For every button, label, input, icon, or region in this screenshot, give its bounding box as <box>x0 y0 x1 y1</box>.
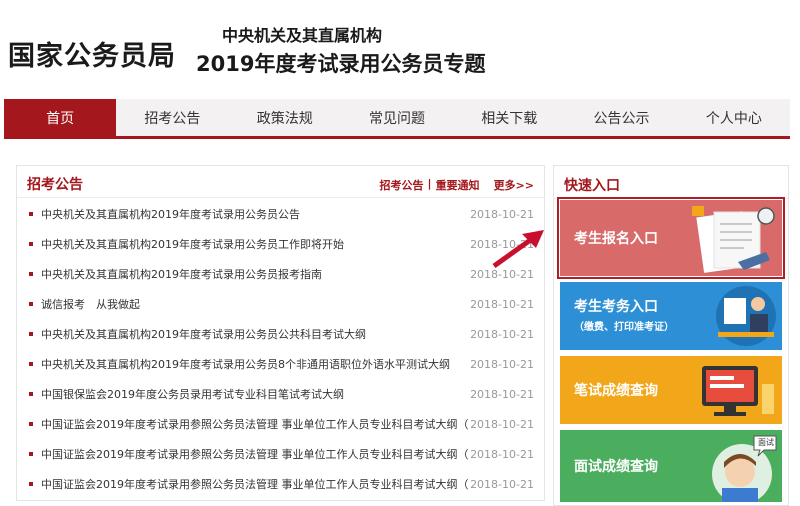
exam-affairs-sublabel: （缴费、打印准考证） <box>574 322 674 333</box>
quick-entry-panel: 快速入口 考生报名入口 考生考务入口 （缴费、打印准考证） 笔试成绩查询 面试成… <box>553 165 789 506</box>
announcement-link[interactable]: 中央机关及其直属机构2019年度考试录用公务员工作即将开始 <box>41 236 468 252</box>
announcement-link[interactable]: 中国证监会2019年度考试录用参照公务员法管理 事业单位工作人员专业科目考试大纲… <box>41 476 468 492</box>
site-logo[interactable]: 国家公务员局 <box>8 34 176 73</box>
list-item: 中国证监会2019年度考试录用参照公务员法管理 事业单位工作人员专业科目考试大纲… <box>17 469 544 499</box>
written-score-label: 笔试成绩查询 <box>574 383 658 399</box>
announcement-link[interactable]: 中国证监会2019年度考试录用参照公务员法管理 事业单位工作人员专业科目考试大纲… <box>41 446 468 462</box>
announcements-links: 招考公告 | 重要通知 更多>> <box>380 177 534 193</box>
nav-downloads[interactable]: 相关下载 <box>453 99 565 136</box>
divider <box>554 198 788 199</box>
bullet-icon <box>29 482 33 486</box>
bullet-icon <box>29 392 33 396</box>
quick-entry-title: 快速入口 <box>564 178 620 194</box>
announcement-date: 2018-10-21 <box>470 327 534 341</box>
bullet-icon <box>29 212 33 216</box>
list-item: 中国证监会2019年度考试录用参照公务员法管理 事业单位工作人员专业科目考试大纲… <box>17 409 544 439</box>
link-recruitment-notices[interactable]: 招考公告 <box>380 177 424 193</box>
main-nav: 首页 招考公告 政策法规 常见问题 相关下载 公告公示 个人中心 <box>4 99 790 139</box>
signup-form-icon <box>692 206 775 273</box>
announcement-list: 中央机关及其直属机构2019年度考试录用公务员公告 2018-10-21 中央机关… <box>17 199 544 499</box>
monitor-icon <box>702 366 774 416</box>
written-score-query-button[interactable]: 笔试成绩查询 <box>560 356 782 424</box>
list-item: 中国银保监会2019年度公务员录用考试专业科目笔试考试大纲 2018-10-21 <box>17 379 544 409</box>
exam-taker-icon <box>716 286 776 346</box>
announcement-date: 2018-10-21 <box>470 387 534 401</box>
announcement-link[interactable]: 诚信报考 从我做起 <box>41 296 468 312</box>
interview-bubble-text: 面试 <box>758 438 774 447</box>
announcement-date: 2018-10-21 <box>470 357 534 371</box>
red-arrow-icon <box>492 230 544 268</box>
announcement-link[interactable]: 中央机关及其直属机构2019年度考试录用公务员报考指南 <box>41 266 468 282</box>
list-item: 中央机关及其直属机构2019年度考试录用公务员报考指南 2018-10-21 <box>17 259 544 289</box>
list-item: 中央机关及其直属机构2019年度考试录用公务员8个非通用语职位外语水平测试大纲 2… <box>17 349 544 379</box>
list-item: 中央机关及其直属机构2019年度考试录用公务员公告 2018-10-21 <box>17 199 544 229</box>
announcement-link[interactable]: 中央机关及其直属机构2019年度考试录用公务员8个非通用语职位外语水平测试大纲 <box>41 356 468 372</box>
list-item: 中央机关及其直属机构2019年度考试录用公务员公共科目考试大纲 2018-10-2… <box>17 319 544 349</box>
header-title: 2019年度考试录用公务员专题 <box>196 52 486 76</box>
bullet-icon <box>29 242 33 246</box>
nav-faq[interactable]: 常见问题 <box>341 99 453 136</box>
exam-affairs-label: 考生考务入口 <box>574 299 658 315</box>
announcement-date: 2018-10-21 <box>470 477 534 491</box>
nav-personal-center[interactable]: 个人中心 <box>678 99 790 136</box>
bullet-icon <box>29 302 33 306</box>
nav-policies[interactable]: 政策法规 <box>229 99 341 136</box>
announcement-link[interactable]: 中央机关及其直属机构2019年度考试录用公务员公告 <box>41 206 468 222</box>
list-item: 中央机关及其直属机构2019年度考试录用公务员工作即将开始 2018-10-21 <box>17 229 544 259</box>
announcement-date: 2018-10-21 <box>470 207 534 221</box>
signup-entry-label: 考生报名入口 <box>574 231 658 247</box>
more-link[interactable]: 更多>> <box>494 177 534 193</box>
link-important-notices[interactable]: 重要通知 <box>436 177 480 193</box>
nav-public-notices[interactable]: 公告公示 <box>565 99 677 136</box>
site-header: 国家公务员局 中央机关及其直属机构 2019年度考试录用公务员专题 <box>0 0 800 96</box>
list-item: 诚信报考 从我做起 2018-10-21 <box>17 289 544 319</box>
announcement-date: 2018-10-21 <box>470 267 534 281</box>
announcement-link[interactable]: 中国银保监会2019年度公务员录用考试专业科目笔试考试大纲 <box>41 386 468 402</box>
nav-home[interactable]: 首页 <box>4 99 117 136</box>
announcements-title: 招考公告 <box>27 177 83 193</box>
bullet-icon <box>29 272 33 276</box>
nav-recruitment-notices[interactable]: 招考公告 <box>116 99 228 136</box>
signup-entry-button[interactable]: 考生报名入口 <box>557 197 785 279</box>
announcement-date: 2018-10-21 <box>470 447 534 461</box>
bullet-icon <box>29 452 33 456</box>
announcement-link[interactable]: 中央机关及其直属机构2019年度考试录用公务员公共科目考试大纲 <box>41 326 468 342</box>
bullet-icon <box>29 362 33 366</box>
interview-score-label: 面试成绩查询 <box>574 459 658 475</box>
announcements-header: 招考公告 招考公告 | 重要通知 更多>> <box>17 166 544 198</box>
bullet-icon <box>29 332 33 336</box>
header-subtitle: 中央机关及其直属机构 <box>222 26 383 45</box>
list-item: 中国证监会2019年度考试录用参照公务员法管理 事业单位工作人员专业科目考试大纲… <box>17 439 544 469</box>
exam-affairs-entry-button[interactable]: 考生考务入口 （缴费、打印准考证） <box>560 282 782 350</box>
bullet-icon <box>29 422 33 426</box>
announcement-date: 2018-10-21 <box>470 417 534 431</box>
interview-score-query-button[interactable]: 面试成绩查询 面试 <box>560 430 782 502</box>
link-separator: | <box>427 177 432 190</box>
announcement-date: 2018-10-21 <box>470 297 534 311</box>
announcement-link[interactable]: 中国证监会2019年度考试录用参照公务员法管理 事业单位工作人员专业科目考试大纲… <box>41 416 468 432</box>
announcements-panel: 招考公告 招考公告 | 重要通知 更多>> 中央机关及其直属机构2019年度考试… <box>16 165 545 501</box>
